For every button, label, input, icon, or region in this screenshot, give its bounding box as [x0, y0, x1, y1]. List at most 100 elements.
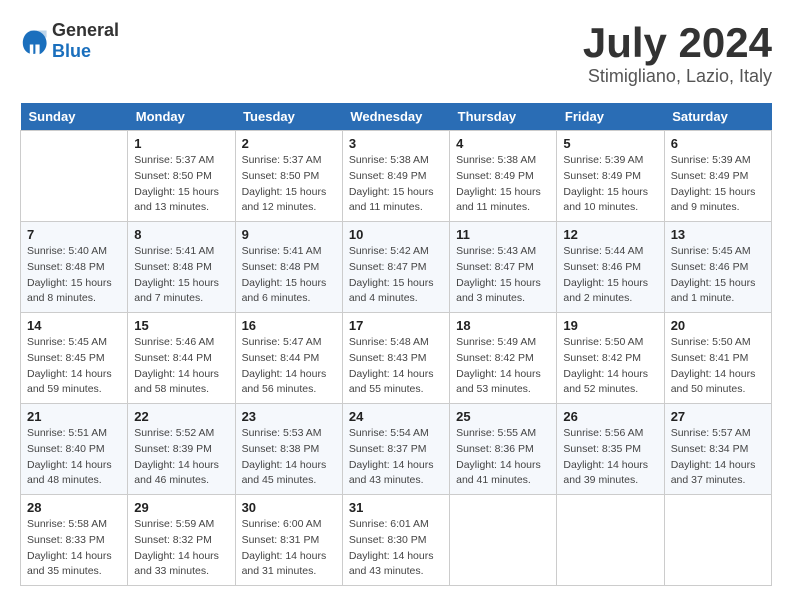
day-info: Sunrise: 5:58 AMSunset: 8:33 PMDaylight:…: [27, 517, 121, 580]
logo-icon: [20, 27, 48, 55]
day-info: Sunrise: 6:00 AMSunset: 8:31 PMDaylight:…: [242, 517, 336, 580]
day-info: Sunrise: 5:53 AMSunset: 8:38 PMDaylight:…: [242, 426, 336, 489]
day-number: 6: [671, 136, 765, 151]
day-number: 31: [349, 500, 443, 515]
day-info: Sunrise: 5:54 AMSunset: 8:37 PMDaylight:…: [349, 426, 443, 489]
calendar-cell: 17 Sunrise: 5:48 AMSunset: 8:43 PMDayligh…: [342, 313, 449, 404]
calendar-body: 1 Sunrise: 5:37 AMSunset: 8:50 PMDaylight…: [21, 131, 772, 586]
calendar-cell: 8 Sunrise: 5:41 AMSunset: 8:48 PMDaylight…: [128, 222, 235, 313]
calendar-cell: 9 Sunrise: 5:41 AMSunset: 8:48 PMDaylight…: [235, 222, 342, 313]
calendar-cell: 26Sunrise: 5:56 AMSunset: 8:35 PMDayligh…: [557, 404, 664, 495]
calendar-cell: 23 Sunrise: 5:53 AMSunset: 8:38 PMDayligh…: [235, 404, 342, 495]
calendar-cell: 6 Sunrise: 5:39 AMSunset: 8:49 PMDaylight…: [664, 131, 771, 222]
calendar-cell: 28 Sunrise: 5:58 AMSunset: 8:33 PMDayligh…: [21, 495, 128, 586]
weekday-header-cell: Monday: [128, 103, 235, 131]
day-number: 1: [134, 136, 228, 151]
day-number: 5: [563, 136, 657, 151]
day-info: Sunrise: 5:45 AMSunset: 8:46 PMDaylight:…: [671, 244, 765, 307]
weekday-header-cell: Saturday: [664, 103, 771, 131]
calendar-cell: 14Sunrise: 5:45 AMSunset: 8:45 PMDayligh…: [21, 313, 128, 404]
calendar-cell: 12 Sunrise: 5:44 AMSunset: 8:46 PMDayligh…: [557, 222, 664, 313]
weekday-header-cell: Tuesday: [235, 103, 342, 131]
calendar-cell: 10Sunrise: 5:42 AMSunset: 8:47 PMDayligh…: [342, 222, 449, 313]
day-info: Sunrise: 5:39 AMSunset: 8:49 PMDaylight:…: [671, 153, 765, 216]
title-area: July 2024 Stimigliano, Lazio, Italy: [583, 20, 772, 87]
calendar-cell: 21 Sunrise: 5:51 AMSunset: 8:40 PMDayligh…: [21, 404, 128, 495]
day-info: Sunrise: 5:38 AMSunset: 8:49 PMDaylight:…: [349, 153, 443, 216]
day-number: 15: [134, 318, 228, 333]
day-info: Sunrise: 5:59 AMSunset: 8:32 PMDaylight:…: [134, 517, 228, 580]
day-info: Sunrise: 5:40 AMSunset: 8:48 PMDaylight:…: [27, 244, 121, 307]
day-info: Sunrise: 5:42 AMSunset: 8:47 PMDaylight:…: [349, 244, 443, 307]
day-number: 25: [456, 409, 550, 424]
calendar-cell: 16 Sunrise: 5:47 AMSunset: 8:44 PMDayligh…: [235, 313, 342, 404]
day-number: 23: [242, 409, 336, 424]
day-number: 11: [456, 227, 550, 242]
calendar-table: SundayMondayTuesdayWednesdayThursdayFrid…: [20, 103, 772, 586]
day-number: 16: [242, 318, 336, 333]
calendar-cell: 7 Sunrise: 5:40 AMSunset: 8:48 PMDaylight…: [21, 222, 128, 313]
calendar-cell: 11 Sunrise: 5:43 AMSunset: 8:47 PMDayligh…: [450, 222, 557, 313]
weekday-header-cell: Sunday: [21, 103, 128, 131]
day-number: 24: [349, 409, 443, 424]
calendar-cell: 30Sunrise: 6:00 AMSunset: 8:31 PMDayligh…: [235, 495, 342, 586]
calendar-cell: 5 Sunrise: 5:39 AMSunset: 8:49 PMDaylight…: [557, 131, 664, 222]
day-info: Sunrise: 5:51 AMSunset: 8:40 PMDaylight:…: [27, 426, 121, 489]
day-info: Sunrise: 5:41 AMSunset: 8:48 PMDaylight:…: [242, 244, 336, 307]
day-number: 18: [456, 318, 550, 333]
day-number: 9: [242, 227, 336, 242]
calendar-cell: [450, 495, 557, 586]
logo-blue: Blue: [52, 41, 91, 61]
main-title: July 2024: [583, 20, 772, 66]
day-number: 20: [671, 318, 765, 333]
calendar-week-row: 28 Sunrise: 5:58 AMSunset: 8:33 PMDayligh…: [21, 495, 772, 586]
calendar-cell: 25 Sunrise: 5:55 AMSunset: 8:36 PMDayligh…: [450, 404, 557, 495]
day-number: 4: [456, 136, 550, 151]
calendar-cell: 27 Sunrise: 5:57 AMSunset: 8:34 PMDayligh…: [664, 404, 771, 495]
day-info: Sunrise: 5:37 AMSunset: 8:50 PMDaylight:…: [134, 153, 228, 216]
calendar-cell: 2Sunrise: 5:37 AMSunset: 8:50 PMDaylight…: [235, 131, 342, 222]
day-number: 29: [134, 500, 228, 515]
subtitle: Stimigliano, Lazio, Italy: [583, 66, 772, 87]
day-number: 19: [563, 318, 657, 333]
day-info: Sunrise: 5:45 AMSunset: 8:45 PMDaylight:…: [27, 335, 121, 398]
day-info: Sunrise: 5:41 AMSunset: 8:48 PMDaylight:…: [134, 244, 228, 307]
calendar-cell: [21, 131, 128, 222]
day-info: Sunrise: 5:57 AMSunset: 8:34 PMDaylight:…: [671, 426, 765, 489]
calendar-cell: [557, 495, 664, 586]
calendar-cell: 22Sunrise: 5:52 AMSunset: 8:39 PMDayligh…: [128, 404, 235, 495]
header: General Blue July 2024 Stimigliano, Lazi…: [20, 20, 772, 87]
day-number: 26: [563, 409, 657, 424]
day-info: Sunrise: 5:38 AMSunset: 8:49 PMDaylight:…: [456, 153, 550, 216]
day-info: Sunrise: 5:43 AMSunset: 8:47 PMDaylight:…: [456, 244, 550, 307]
day-info: Sunrise: 5:55 AMSunset: 8:36 PMDaylight:…: [456, 426, 550, 489]
day-number: 7: [27, 227, 121, 242]
logo: General Blue: [20, 20, 119, 62]
calendar-cell: 1 Sunrise: 5:37 AMSunset: 8:50 PMDaylight…: [128, 131, 235, 222]
calendar-cell: 15 Sunrise: 5:46 AMSunset: 8:44 PMDayligh…: [128, 313, 235, 404]
day-number: 27: [671, 409, 765, 424]
day-info: Sunrise: 5:47 AMSunset: 8:44 PMDaylight:…: [242, 335, 336, 398]
calendar-week-row: 21 Sunrise: 5:51 AMSunset: 8:40 PMDayligh…: [21, 404, 772, 495]
day-info: Sunrise: 5:48 AMSunset: 8:43 PMDaylight:…: [349, 335, 443, 398]
day-info: Sunrise: 5:39 AMSunset: 8:49 PMDaylight:…: [563, 153, 657, 216]
calendar-week-row: 1 Sunrise: 5:37 AMSunset: 8:50 PMDaylight…: [21, 131, 772, 222]
weekday-header-cell: Wednesday: [342, 103, 449, 131]
calendar-cell: 4 Sunrise: 5:38 AMSunset: 8:49 PMDaylight…: [450, 131, 557, 222]
calendar-cell: 24 Sunrise: 5:54 AMSunset: 8:37 PMDayligh…: [342, 404, 449, 495]
calendar-cell: 13Sunrise: 5:45 AMSunset: 8:46 PMDayligh…: [664, 222, 771, 313]
day-info: Sunrise: 5:50 AMSunset: 8:41 PMDaylight:…: [671, 335, 765, 398]
calendar-week-row: 14Sunrise: 5:45 AMSunset: 8:45 PMDayligh…: [21, 313, 772, 404]
day-number: 12: [563, 227, 657, 242]
day-info: Sunrise: 5:52 AMSunset: 8:39 PMDaylight:…: [134, 426, 228, 489]
day-info: Sunrise: 6:01 AMSunset: 8:30 PMDaylight:…: [349, 517, 443, 580]
day-info: Sunrise: 5:49 AMSunset: 8:42 PMDaylight:…: [456, 335, 550, 398]
day-info: Sunrise: 5:44 AMSunset: 8:46 PMDaylight:…: [563, 244, 657, 307]
day-number: 17: [349, 318, 443, 333]
day-info: Sunrise: 5:46 AMSunset: 8:44 PMDaylight:…: [134, 335, 228, 398]
day-number: 28: [27, 500, 121, 515]
day-number: 21: [27, 409, 121, 424]
weekday-header-cell: Friday: [557, 103, 664, 131]
calendar-cell: [664, 495, 771, 586]
day-number: 8: [134, 227, 228, 242]
